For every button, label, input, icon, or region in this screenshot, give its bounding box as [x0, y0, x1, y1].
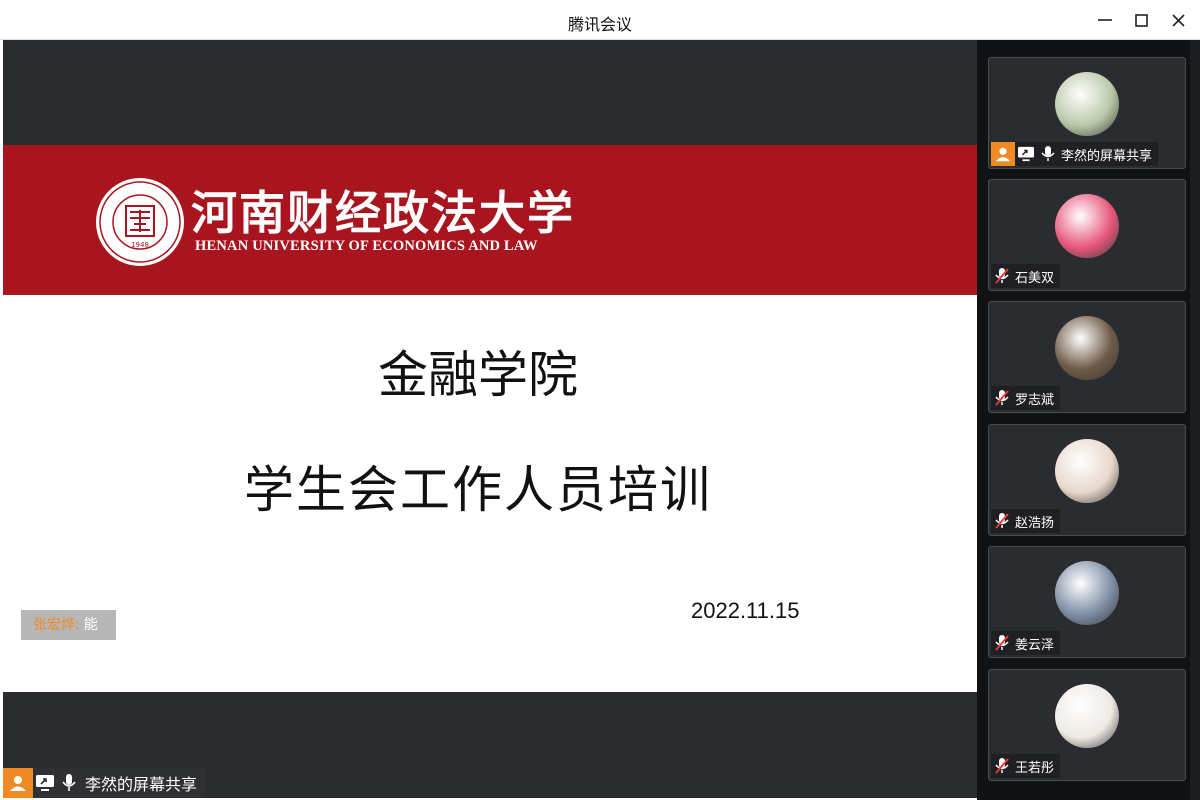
close-button[interactable] [1166, 8, 1190, 32]
close-icon [1172, 14, 1185, 27]
participant-tile[interactable]: 王若彤 [988, 669, 1186, 781]
university-seal-icon: 1948 [96, 178, 184, 266]
avatar [1055, 72, 1119, 136]
host-icon [3, 768, 33, 798]
minimize-icon [1098, 19, 1112, 21]
avatar [1055, 316, 1119, 380]
screen-share-area[interactable]: 1948 河南财经政法大学 HENAN UNIVERSITY OF ECONOM… [3, 40, 977, 798]
participant-name: 姜云泽 [1015, 637, 1055, 653]
microphone-icon [1037, 142, 1059, 166]
avatar [1055, 561, 1119, 625]
screen-share-icon [1015, 142, 1037, 166]
participant-tile[interactable]: 石美双 [988, 179, 1186, 291]
microphone-muted-icon [991, 386, 1013, 410]
participant-sidebar: 李然的屏幕共享石美双罗志斌赵浩扬姜云泽王若彤 [977, 40, 1200, 800]
screen-share-icon [33, 768, 57, 798]
slide-title-line1: 金融学院 [378, 346, 578, 404]
title-bar: 腾讯会议 [0, 0, 1200, 40]
microphone-muted-icon [991, 754, 1013, 778]
microphone-muted-icon [991, 264, 1013, 288]
university-banner: 1948 河南财经政法大学 HENAN UNIVERSITY OF ECONOM… [3, 145, 977, 295]
university-name-en: HENAN UNIVERSITY OF ECONOMICS AND LAW [195, 238, 538, 254]
speaking-indicator: 张宏烨: 能 [21, 610, 116, 640]
participant-name: 赵浩扬 [1015, 515, 1055, 531]
participant-tile[interactable]: 姜云泽 [988, 546, 1186, 658]
avatar [1055, 684, 1119, 748]
minimize-button[interactable] [1093, 8, 1117, 32]
share-owner-label: 李然的屏幕共享 [3, 768, 206, 798]
participant-label: 赵浩扬 [991, 509, 1061, 533]
slide-date: 2022.11.15 [691, 598, 800, 623]
window-title: 腾讯会议 [567, 15, 632, 34]
share-owner-text: 李然的屏幕共享 [85, 775, 198, 794]
participant-label: 王若彤 [991, 754, 1061, 778]
participant-label: 罗志斌 [991, 386, 1061, 410]
microphone-muted-icon [991, 509, 1013, 533]
participant-name: 石美双 [1015, 270, 1055, 286]
avatar [1055, 194, 1119, 258]
microphone-muted-icon [991, 631, 1013, 655]
microphone-icon [57, 768, 81, 798]
participant-label: 姜云泽 [991, 631, 1061, 655]
seal-year: 1948 [131, 241, 149, 249]
maximize-button[interactable] [1129, 8, 1153, 32]
participant-name: 李然的屏幕共享 [1061, 148, 1153, 164]
participant-tile[interactable]: 罗志斌 [988, 301, 1186, 413]
participant-label: 石美双 [991, 264, 1061, 288]
speaking-suffix: 能 [83, 617, 98, 633]
participant-label: 李然的屏幕共享 [991, 142, 1159, 166]
participant-name: 罗志斌 [1015, 392, 1055, 408]
presentation-slide: 1948 河南财经政法大学 HENAN UNIVERSITY OF ECONOM… [3, 145, 977, 692]
sidebar-scrollbar[interactable] [1190, 40, 1200, 800]
slide-title-line2: 学生会工作人员培训 [244, 461, 712, 519]
participant-name: 王若彤 [1015, 760, 1055, 776]
university-name-cn: 河南财经政法大学 [191, 186, 575, 240]
participant-tile[interactable]: 赵浩扬 [988, 424, 1186, 536]
maximize-icon [1135, 14, 1148, 27]
host-icon [991, 142, 1015, 166]
speaking-name: 张宏烨: [33, 617, 80, 633]
participant-tile[interactable]: 李然的屏幕共享 [988, 57, 1186, 169]
avatar [1055, 439, 1119, 503]
